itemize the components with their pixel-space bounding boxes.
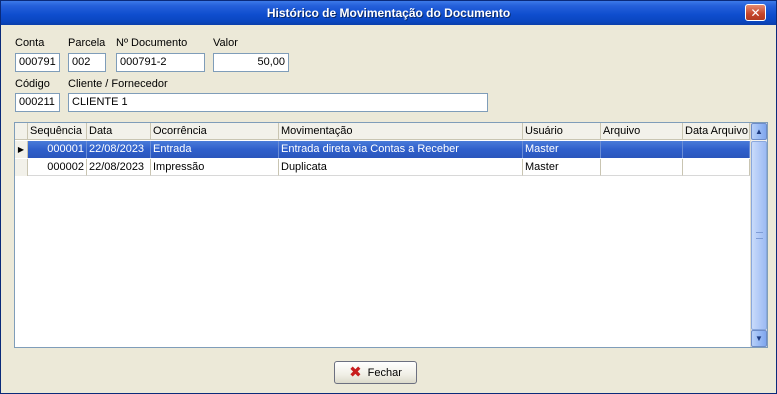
cell-data-arquivo[interactable]: [683, 141, 750, 158]
valor-field[interactable]: 50,00: [213, 53, 289, 72]
cell-usuario[interactable]: Master: [523, 159, 601, 176]
row-indicator-cell: [15, 159, 28, 176]
grip-icon: [756, 232, 763, 239]
x-icon: ✖: [349, 364, 362, 381]
col-header-data-arquivo[interactable]: Data Arquivo: [683, 123, 750, 139]
scroll-thumb[interactable]: [751, 141, 767, 330]
valor-label: Valor: [213, 37, 238, 49]
table-row[interactable]: 000002 22/08/2023 Impressão Duplicata Ma…: [15, 159, 750, 176]
col-header-usuario[interactable]: Usuário: [523, 123, 601, 139]
col-header-sequencia[interactable]: Sequência: [28, 123, 87, 139]
codigo-field[interactable]: 000211: [15, 93, 60, 112]
cell-ocorrencia[interactable]: Entrada: [151, 141, 279, 158]
history-grid[interactable]: Sequência Data Ocorrência Movimentação U…: [14, 122, 768, 348]
cell-movimentacao[interactable]: Entrada direta via Contas a Receber: [279, 141, 523, 158]
conta-field[interactable]: 000791: [15, 53, 60, 72]
col-header-data[interactable]: Data: [87, 123, 151, 139]
col-header-movimentacao[interactable]: Movimentação: [279, 123, 523, 139]
arrow-down-icon[interactable]: ▼: [751, 330, 767, 347]
close-icon: ✕: [750, 5, 761, 20]
grid-header: Sequência Data Ocorrência Movimentação U…: [15, 123, 750, 140]
fechar-label: Fechar: [367, 366, 402, 379]
table-row[interactable]: ▶ 000001 22/08/2023 Entrada Entrada dire…: [15, 141, 750, 158]
documento-label: Nº Documento: [116, 37, 188, 49]
cell-arquivo[interactable]: [601, 159, 683, 176]
title-bar[interactable]: Histórico de Movimentação do Documento ✕: [1, 1, 776, 25]
dialog-window: Histórico de Movimentação do Documento ✕…: [0, 0, 777, 394]
header-indicator-cell: [15, 123, 28, 139]
col-header-arquivo[interactable]: Arquivo: [601, 123, 683, 139]
cell-ocorrencia[interactable]: Impressão: [151, 159, 279, 176]
cell-movimentacao[interactable]: Duplicata: [279, 159, 523, 176]
close-button[interactable]: ✕: [745, 4, 766, 21]
documento-field[interactable]: 000791-2: [116, 53, 205, 72]
vertical-scrollbar[interactable]: ▲ ▼: [750, 123, 767, 347]
parcela-field[interactable]: 002: [68, 53, 106, 72]
cell-data[interactable]: 22/08/2023: [87, 159, 151, 176]
cell-sequencia[interactable]: 000001: [28, 141, 87, 158]
cliente-field[interactable]: CLIENTE 1: [68, 93, 488, 112]
arrow-up-icon[interactable]: ▲: [751, 123, 767, 140]
row-pointer-icon: ▶: [15, 141, 28, 158]
codigo-label: Código: [15, 78, 50, 90]
cell-usuario[interactable]: Master: [523, 141, 601, 158]
cell-data[interactable]: 22/08/2023: [87, 141, 151, 158]
col-header-ocorrencia[interactable]: Ocorrência: [151, 123, 279, 139]
parcela-label: Parcela: [68, 37, 106, 49]
cell-data-arquivo[interactable]: [683, 159, 750, 176]
cliente-label: Cliente / Fornecedor: [68, 78, 168, 90]
fechar-button[interactable]: ✖ Fechar: [334, 361, 417, 384]
conta-label: Conta: [15, 37, 45, 49]
cell-arquivo[interactable]: [601, 141, 683, 158]
window-title: Histórico de Movimentação do Documento: [266, 6, 511, 20]
cell-sequencia[interactable]: 000002: [28, 159, 87, 176]
